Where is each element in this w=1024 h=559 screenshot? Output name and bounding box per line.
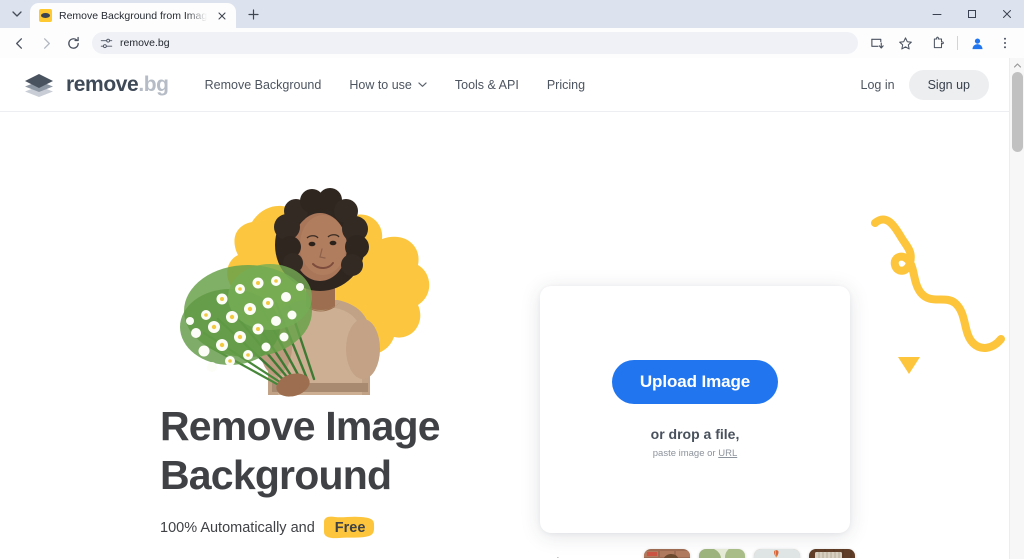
profile-button[interactable] [964, 30, 990, 56]
browser-menu-button[interactable] [992, 30, 1018, 56]
chevron-up-icon [1013, 62, 1021, 68]
browser-tab[interactable]: Remove Background from Imag [30, 3, 237, 28]
scrollbar-up-arrow[interactable] [1010, 58, 1024, 72]
removebg-logo-icon [25, 73, 53, 97]
sample-thumbnail-image [699, 549, 746, 558]
logo-wordmark: remove.bg [66, 73, 169, 97]
browser-toolbar: remove.bg [0, 28, 1024, 58]
tab-search-button[interactable] [4, 1, 30, 27]
sample-thumbnail-list [644, 549, 856, 558]
nav-item-pricing[interactable]: Pricing [547, 78, 585, 92]
toolbar-divider [957, 36, 958, 50]
tune-icon[interactable] [100, 37, 113, 50]
page-title: Remove Image Background [160, 402, 520, 500]
nav-item-tools-api[interactable]: Tools & API [455, 78, 519, 92]
chevron-down-icon [12, 11, 22, 17]
nav-label: How to use [349, 77, 412, 92]
install-icon [870, 38, 884, 49]
sample-dog-with-stick[interactable] [699, 549, 746, 558]
sample-thumbnail-image [644, 549, 691, 558]
nav-label: Remove Background [204, 77, 322, 92]
kebab-menu-icon [1003, 37, 1007, 49]
scrollbar-thumb[interactable] [1012, 72, 1023, 152]
tab-title: Remove Background from Imag [59, 9, 208, 22]
toolbar-actions [864, 30, 1018, 56]
header-actions: Log in Sign up [861, 69, 989, 100]
new-tab-button[interactable] [240, 1, 266, 27]
sample-label-line-1: No image? [537, 554, 630, 558]
install-app-button[interactable] [864, 30, 890, 56]
login-link[interactable]: Log in [861, 78, 895, 92]
sample-images-section: No image? Try one of these: [537, 549, 856, 558]
nav-label: Pricing [546, 77, 586, 92]
window-maximize-button[interactable] [954, 0, 989, 28]
plus-icon [248, 8, 259, 20]
back-button[interactable] [6, 30, 32, 56]
tab-close-button[interactable] [214, 8, 229, 23]
hero-subtitle: 100% Automatically and Free [160, 516, 378, 539]
paste-hint: paste image or URL [653, 448, 738, 459]
nav-label: Tools & API [454, 77, 519, 92]
yellow-triangle-decoration [898, 357, 920, 374]
yellow-squiggle-decoration [871, 215, 1005, 352]
headline-line-2: Background [160, 452, 392, 498]
nav-item-how-to-use[interactable]: How to use [349, 78, 427, 92]
sample-images-label: No image? Try one of these: [537, 554, 630, 558]
sample-thumbnail-image [809, 549, 856, 558]
page-scrollbar[interactable] [1009, 58, 1024, 559]
woman-with-flowers-illustration [180, 188, 430, 397]
headline-line-1: Remove Image [160, 403, 441, 449]
subtitle-text: 100% Automatically and [160, 520, 315, 536]
hero-photo [160, 187, 450, 397]
nav-item-remove-background[interactable]: Remove Background [205, 78, 322, 92]
address-bar[interactable]: remove.bg [92, 32, 858, 54]
tab-strip: Remove Background from Imag [0, 0, 1024, 28]
paste-hint-text: paste image or [652, 448, 719, 459]
page-viewport: remove.bg Remove Background How to use T… [0, 58, 1024, 559]
free-badge-label: Free [334, 520, 366, 536]
forward-icon [43, 37, 50, 49]
sample-vintage-car-desert[interactable] [754, 549, 801, 558]
minimize-icon [932, 14, 941, 15]
profile-icon [971, 37, 983, 49]
chevron-down-icon [418, 82, 427, 87]
logo-text-bg: .bg [138, 72, 169, 96]
sample-paint-rollers[interactable] [809, 549, 856, 558]
maximize-icon [967, 10, 976, 18]
sample-thumbnail-image [754, 549, 801, 558]
window-minimize-button[interactable] [919, 0, 954, 28]
bookmark-button[interactable] [892, 30, 918, 56]
window-close-button[interactable] [989, 0, 1024, 28]
web-page: remove.bg Remove Background How to use T… [0, 58, 1009, 559]
upload-card[interactable]: Upload Image or drop a file, paste image… [540, 286, 850, 533]
free-badge: Free [323, 516, 378, 539]
paste-url-link[interactable]: URL [718, 448, 737, 459]
upload-image-button[interactable]: Upload Image [611, 360, 779, 404]
main-navigation: Remove Background How to use Tools & API… [205, 78, 585, 92]
window-controls [919, 0, 1024, 28]
forward-button[interactable] [33, 30, 59, 56]
reload-button[interactable] [60, 30, 86, 56]
star-icon [898, 36, 912, 49]
removebg-favicon-icon [39, 9, 52, 22]
puzzle-icon [933, 36, 944, 48]
browser-window: Remove Background from Imag remove.bg re… [0, 0, 1024, 559]
signup-button[interactable]: Sign up [908, 69, 989, 100]
site-header: remove.bg Remove Background How to use T… [0, 58, 1009, 112]
address-bar-url: remove.bg [120, 37, 170, 49]
logo-text-remove: remove [66, 72, 139, 96]
site-logo[interactable]: remove.bg [22, 72, 169, 98]
extensions-button[interactable] [925, 30, 951, 56]
close-icon [1002, 10, 1011, 18]
back-icon [15, 37, 22, 49]
sample-man-brick-wall[interactable] [644, 549, 691, 558]
hero-section: Remove Image Background 100% Automatical… [0, 112, 1009, 558]
reload-icon [67, 36, 79, 49]
drop-file-text: or drop a file, [650, 426, 740, 442]
close-icon [218, 11, 226, 20]
